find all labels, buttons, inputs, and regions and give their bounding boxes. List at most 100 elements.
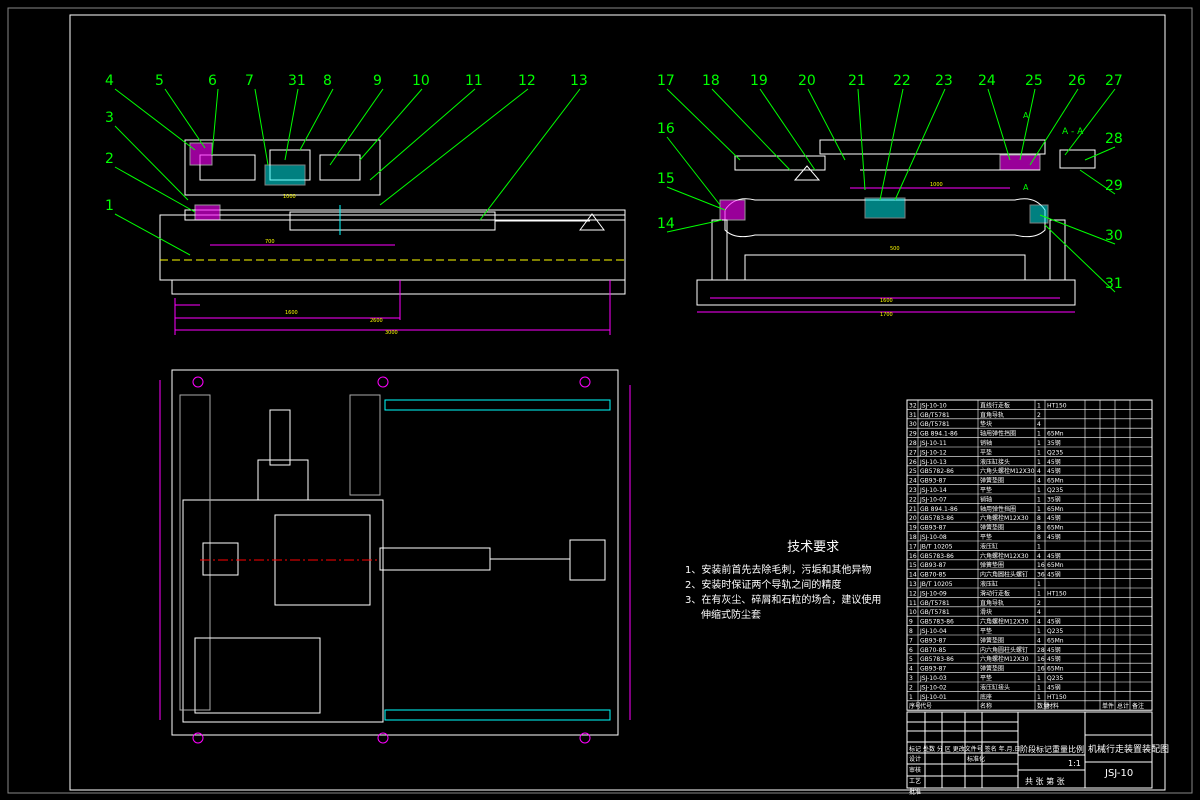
- dimension-text: 3000: [385, 330, 398, 336]
- bom-row: 17 JB/T 10205 液压缸 1: [909, 542, 1041, 550]
- stage-label: 阶段标记: [1020, 745, 1052, 754]
- section-mark: A: [1023, 111, 1029, 120]
- drawing-number: JSJ-10: [1105, 768, 1134, 779]
- leader-line: [1019, 88, 1036, 161]
- rev-label: 处数: [922, 746, 935, 753]
- bom-cell: GB/T5781: [920, 609, 950, 616]
- bom-row: 18 JSJ-10-08 平垫 8 45钢: [909, 533, 1061, 541]
- bom-cell: 45钢: [1047, 467, 1061, 475]
- bom-cell: 弹簧垫圈: [980, 636, 1004, 644]
- bom-row: 28 JSJ-10-11 销轴 1 35钢: [909, 439, 1061, 447]
- callout-number: 7: [245, 73, 254, 89]
- bom-row: 20 GB5783-86 六角螺栓M12X30 8 45钢: [909, 514, 1061, 522]
- bom-cell: GB/T5781: [920, 412, 950, 419]
- bom-cell: GB 894.1-86: [920, 506, 958, 513]
- bom-cell: 35钢: [1047, 495, 1061, 503]
- leader-line: [759, 88, 816, 171]
- bom-cell: 16: [1037, 656, 1045, 663]
- bom-row: 19 GB93-87 弹簧垫圈 8 65Mn: [909, 524, 1064, 532]
- callout-number: 4: [105, 73, 114, 89]
- callout-number: 17: [657, 73, 675, 89]
- bom-cell: 45钢: [1047, 655, 1061, 663]
- bom-cell: 1: [1037, 459, 1041, 466]
- bom-cell: 13: [909, 581, 917, 588]
- bom-cell: Q235: [1047, 449, 1063, 456]
- bom-cell: 1: [1037, 440, 1041, 447]
- revision-labels: 标记 处数 分 区 更改文件号 签名 年.月.日: [909, 744, 1020, 753]
- bom-cell: 45钢: [1047, 646, 1061, 654]
- leader-line: [359, 88, 423, 161]
- dimension-text: 1000: [283, 194, 296, 200]
- bom-header-cell: 总计: [1117, 702, 1129, 710]
- bom-cell: 直角导轨: [980, 411, 1004, 419]
- bom-cell: 10: [909, 609, 917, 616]
- bom-cell: GB93-87: [920, 637, 946, 644]
- leader-line: [379, 88, 529, 206]
- bom-cell: 17: [909, 543, 917, 550]
- bom-cell: HT150: [1047, 402, 1067, 409]
- bom-cell: 14: [909, 572, 917, 579]
- leader-line: [666, 219, 723, 233]
- bom-row: 32 JSJ-10-10 直线行走板 1 HT150: [909, 401, 1067, 409]
- bom-cell: JSJ-10-13: [919, 459, 947, 466]
- leader-line: [479, 88, 581, 221]
- drawing-title: 机械行走装置装配图: [1088, 745, 1170, 755]
- bom-cell: 2: [1037, 412, 1041, 419]
- bom-cell: 内六角圆柱头螺钉: [980, 571, 1028, 579]
- bom-cell: 45钢: [1047, 533, 1061, 541]
- role-label: 设计: [909, 756, 922, 763]
- bom-cell: 25: [909, 468, 917, 475]
- bom-row: 24 GB93-87 弹簧垫圈 4 65Mn: [909, 477, 1064, 485]
- bom-cell: GB/T5781: [920, 421, 950, 428]
- bom-cell: 1: [1037, 449, 1041, 456]
- bom-header-cell: 代号: [920, 702, 932, 710]
- bom-cell: 36: [1037, 572, 1045, 579]
- bom-row: 22 JSJ-10-07 销轴 1 35钢: [909, 495, 1061, 503]
- bom-header-cell: 备注: [1132, 702, 1144, 710]
- bom-cell: 28: [1037, 647, 1045, 654]
- bom-cell: JSJ-10-07: [919, 496, 947, 503]
- bom-cell: 弹簧垫圈: [980, 524, 1004, 532]
- bom-cell: 2: [909, 684, 913, 691]
- tech-item: 2、安装时保证两个导轨之间的精度: [685, 580, 842, 591]
- callout-number: 14: [657, 216, 675, 232]
- callout-number: 19: [750, 73, 768, 89]
- bom-cell: 45钢: [1047, 458, 1061, 466]
- leader-line: [254, 88, 269, 166]
- bom-cell: GB5783-86: [920, 553, 954, 560]
- bom-row: 29 GB 894.1-86 轴用弹性挡圈 1 65Mn: [909, 430, 1064, 438]
- bom-cell: JB/T 10205: [919, 581, 953, 588]
- callout-number: 24: [978, 73, 996, 89]
- bom-cell: JSJ-10-11: [919, 440, 947, 447]
- bom-cell: HT150: [1047, 694, 1067, 701]
- bom-cell: 1: [1037, 506, 1041, 513]
- callout-number: 9: [373, 73, 382, 89]
- tech-item: 3、在有灰尘、碎屑和石粒的场合，建议使用: [685, 595, 882, 606]
- leader-line: [879, 88, 904, 201]
- leader-line: [711, 88, 791, 171]
- leader-line: [987, 88, 1011, 161]
- bom-row: 5 GB5783-86 六角螺栓M12X30 16 45钢: [909, 655, 1061, 663]
- callout-number: 16: [657, 121, 675, 137]
- leader-line: [329, 88, 384, 166]
- callout-number: 8: [323, 73, 332, 89]
- callout-number: 31: [288, 73, 306, 89]
- bom-cell: 平垫: [980, 533, 992, 541]
- bom-cell: 六角螺栓M12X30: [980, 514, 1029, 522]
- callout-number: 1: [105, 198, 114, 214]
- bom-row: 14 GB70-85 内六角圆柱头螺钉 36 45钢: [909, 571, 1061, 579]
- bom-row: 21 GB 894.1-86 轴用弹性挡圈 1 65Mn: [909, 505, 1064, 513]
- bom-cell: 1: [909, 694, 913, 701]
- bom-cell: GB/T5781: [920, 600, 950, 607]
- leader-line: [666, 88, 741, 161]
- bom-row: 31 GB/T5781 直角导轨 2: [909, 411, 1041, 419]
- bom-cell: 65Mn: [1047, 637, 1064, 644]
- bom-cell: 21: [909, 506, 917, 513]
- bom-cell: 24: [909, 478, 917, 485]
- callout-number: 3: [105, 110, 114, 126]
- callout-number: 22: [893, 73, 911, 89]
- bom-cell: 1: [1037, 581, 1041, 588]
- bom-cell: 直角导轨: [980, 599, 1004, 607]
- standardization-label: 标准化: [967, 756, 986, 763]
- weight-label: 重量: [1052, 745, 1068, 754]
